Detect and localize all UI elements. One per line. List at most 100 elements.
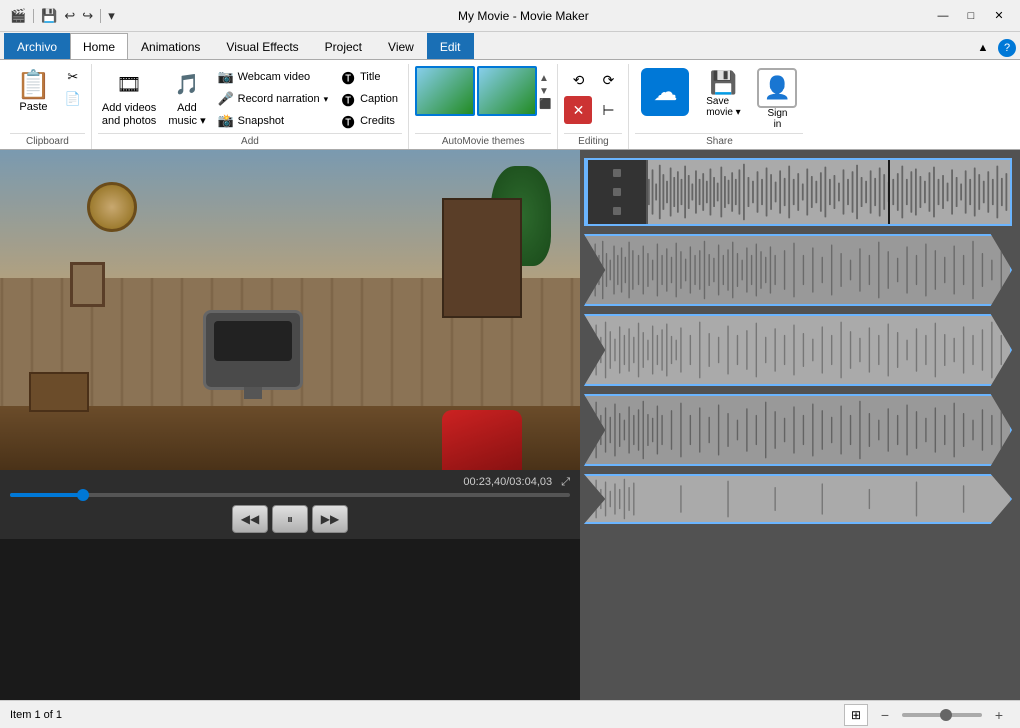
expand-button[interactable]: ⤢ [561,476,570,488]
snapshot-button[interactable]: 📸 Snapshot [214,110,332,132]
share-content[interactable]: ☁ 💾 Savemovie ▾ 👤 Signin [635,64,803,133]
save-qat-button[interactable]: 💾 [39,6,59,26]
timeline-scroll[interactable] [580,150,1020,700]
editing-buttons[interactable]: ⟲ ⟳ ✕ ⊢ [564,66,622,124]
tab-edit[interactable]: Edit [427,33,474,59]
add-music-button[interactable]: 🎵 Addmusic ▾ [164,66,209,130]
video-preview [0,150,580,470]
status-right[interactable]: ⊞ − + [844,704,1010,726]
themes-container[interactable]: ▲ ▼ ⬛ [415,66,551,116]
storyboard-view-button[interactable]: ⊞ [844,704,868,726]
progress-bar[interactable] [10,493,570,497]
ribbon-scroll-up[interactable]: ▲ [972,37,994,59]
add-content[interactable]: 🎞 Add videosand photos 🎵 Addmusic ▾ 📷 We… [98,64,402,133]
help-button[interactable]: ? [998,39,1016,57]
ribbon-tabs[interactable]: Archivo Home Animations Visual Effects P… [0,32,1020,60]
editing-content[interactable]: ⟲ ⟳ ✕ ⊢ [564,64,622,133]
theme-sky-preview [417,68,473,114]
timeline-clip-5[interactable] [584,474,1012,524]
add-videos-button[interactable]: 🎞 Add videosand photos [98,66,160,130]
zoom-thumb[interactable] [940,709,952,721]
progress-fill [10,493,83,497]
status-text: Item 1 of 1 [10,709,62,721]
ribbon-nav[interactable]: ▲ ? [972,37,1016,59]
rotate-right-button[interactable]: ⟳ [594,66,622,94]
narration-col[interactable]: 📷 Webcam video 🎤 Record narration ▾ 📸 Sn… [214,66,332,132]
trim-icon: ✕ [573,102,585,119]
trim-button[interactable]: ✕ [564,96,592,124]
theme-gray-preview [479,68,535,114]
cut-icon: ✂ [65,69,81,85]
save-movie-button[interactable]: 💾 Savemovie ▾ [699,68,747,120]
window-controls[interactable]: — □ ✕ [930,6,1012,26]
share-col[interactable]: 💾 Savemovie ▾ [699,66,747,120]
theme-scroll-down[interactable]: ▼ [539,86,551,97]
timeline-clip-4[interactable] [584,394,1012,466]
tab-view[interactable]: View [375,33,427,59]
progress-thumb[interactable] [77,489,89,501]
webcam-icon: 📷 [218,69,234,85]
add-videos-icon: 🎞 [113,68,145,100]
mic-icon: 🎤 [218,91,234,107]
zoom-in-button[interactable]: + [988,704,1010,726]
quick-access-toolbar[interactable]: 🎬 💾 ↩ ↪ ▾ [8,6,117,26]
close-button[interactable]: ✕ [986,6,1012,26]
title-button[interactable]: 🅣 Title [336,66,402,88]
redo-button[interactable]: ↪ [80,6,95,26]
zoom-slider[interactable] [902,713,982,717]
qat-dropdown[interactable]: ▾ [106,6,117,26]
copy-button[interactable]: 📄 [61,88,85,110]
pause-button[interactable]: ⏸ [272,505,308,533]
film-hole [613,188,621,196]
maximize-button[interactable]: □ [958,6,984,26]
zoom-in-icon: + [995,707,1003,723]
text-col[interactable]: 🅣 Title 🅣 Caption 🅣 Credits [336,66,402,132]
caption-button[interactable]: 🅣 Caption [336,88,402,110]
rotate-left-button[interactable]: ⟲ [564,66,592,94]
playback-controls[interactable]: ◀◀ ⏸ ▶▶ [10,505,570,533]
tab-project[interactable]: Project [312,33,375,59]
paste-button[interactable]: 📋 Paste [10,66,57,115]
tab-home[interactable]: Home [70,33,128,59]
tab-animations[interactable]: Animations [128,33,213,59]
split-button[interactable]: ⊢ [594,96,622,124]
timeline-clip-3[interactable] [584,314,1012,386]
waveform-svg [648,160,1010,224]
add-videos-label: Add videosand photos [102,102,156,128]
storyboard-icon: ⊞ [851,708,861,722]
credits-button[interactable]: 🅣 Credits [336,110,402,132]
cut-button[interactable]: ✂ [61,66,85,88]
tab-archivo[interactable]: Archivo [4,33,70,59]
sign-in-button[interactable]: 👤 Signin [751,66,803,132]
theme-item-gray[interactable] [477,66,537,116]
editing-row2[interactable]: ✕ ⊢ [564,96,622,124]
waveform-5 [586,476,1010,522]
add-music-icon: 🎵 [171,68,203,100]
caption-icon: 🅣 [340,91,356,107]
zoom-out-button[interactable]: − [874,704,896,726]
editing-row1[interactable]: ⟲ ⟳ [564,66,622,94]
onedrive-button[interactable]: ☁ [635,66,695,118]
theme-item-sky[interactable] [415,66,475,116]
red-cloth [442,410,522,470]
theme-scroll-up[interactable]: ▲ [539,73,551,84]
credits-label: Credits [360,115,395,127]
automovie-content[interactable]: ▲ ▼ ⬛ [415,64,551,133]
cut-copy-group[interactable]: ✂ 📄 [61,66,85,110]
undo-button[interactable]: ↩ [62,6,77,26]
webcam-video-button[interactable]: 📷 Webcam video [214,66,332,88]
snapshot-icon: 📸 [218,113,234,129]
save-movie-icon: 💾 [710,70,737,96]
rewind-button[interactable]: ◀◀ [232,505,268,533]
clipboard-content[interactable]: 📋 Paste ✂ 📄 [10,64,85,133]
theme-scroll[interactable]: ▲ ▼ ⬛ [539,73,551,110]
forward-button[interactable]: ▶▶ [312,505,348,533]
narration-dropdown[interactable]: ▾ [324,94,329,105]
timeline-clip-1[interactable] [584,158,1012,226]
timeline-clip-2[interactable] [584,234,1012,306]
film-hole [613,169,621,177]
theme-expand[interactable]: ⬛ [539,99,551,110]
record-narration-button[interactable]: 🎤 Record narration ▾ [214,88,332,110]
minimize-button[interactable]: — [930,6,956,26]
tab-visual-effects[interactable]: Visual Effects [213,33,311,59]
